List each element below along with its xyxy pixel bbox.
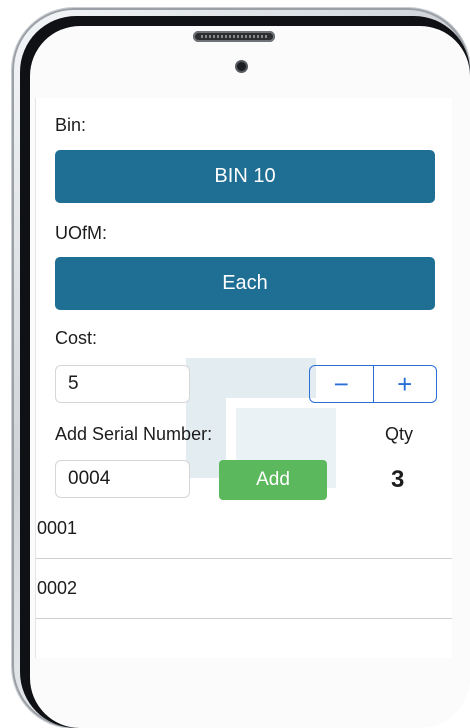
serial-number-input[interactable]: 0004: [55, 460, 190, 498]
qty-value: 3: [391, 466, 405, 493]
decrement-button[interactable]: −: [310, 366, 373, 402]
serial-list-item[interactable]: 0002: [36, 559, 452, 619]
cost-stepper[interactable]: − +: [309, 365, 437, 403]
add-serial-button[interactable]: Add: [219, 460, 327, 500]
increment-button[interactable]: +: [372, 366, 437, 402]
cost-label: Cost:: [55, 328, 98, 348]
uofm-picker[interactable]: Each: [55, 257, 435, 310]
front-camera: [237, 62, 246, 71]
app-screen: Bin: BIN 10 UOfM: Each Cost: 5 − + Add S…: [35, 98, 452, 658]
speaker-grille: [193, 31, 275, 42]
bin-picker[interactable]: BIN 10: [55, 150, 435, 203]
qty-label: Qty: [385, 424, 414, 444]
serial-number-label: Add Serial Number:: [55, 424, 213, 444]
cost-input[interactable]: 5: [55, 365, 190, 403]
bin-label: Bin:: [55, 115, 87, 135]
serial-list-item[interactable]: 0001: [36, 499, 452, 559]
uofm-label: UOfM:: [55, 223, 107, 243]
